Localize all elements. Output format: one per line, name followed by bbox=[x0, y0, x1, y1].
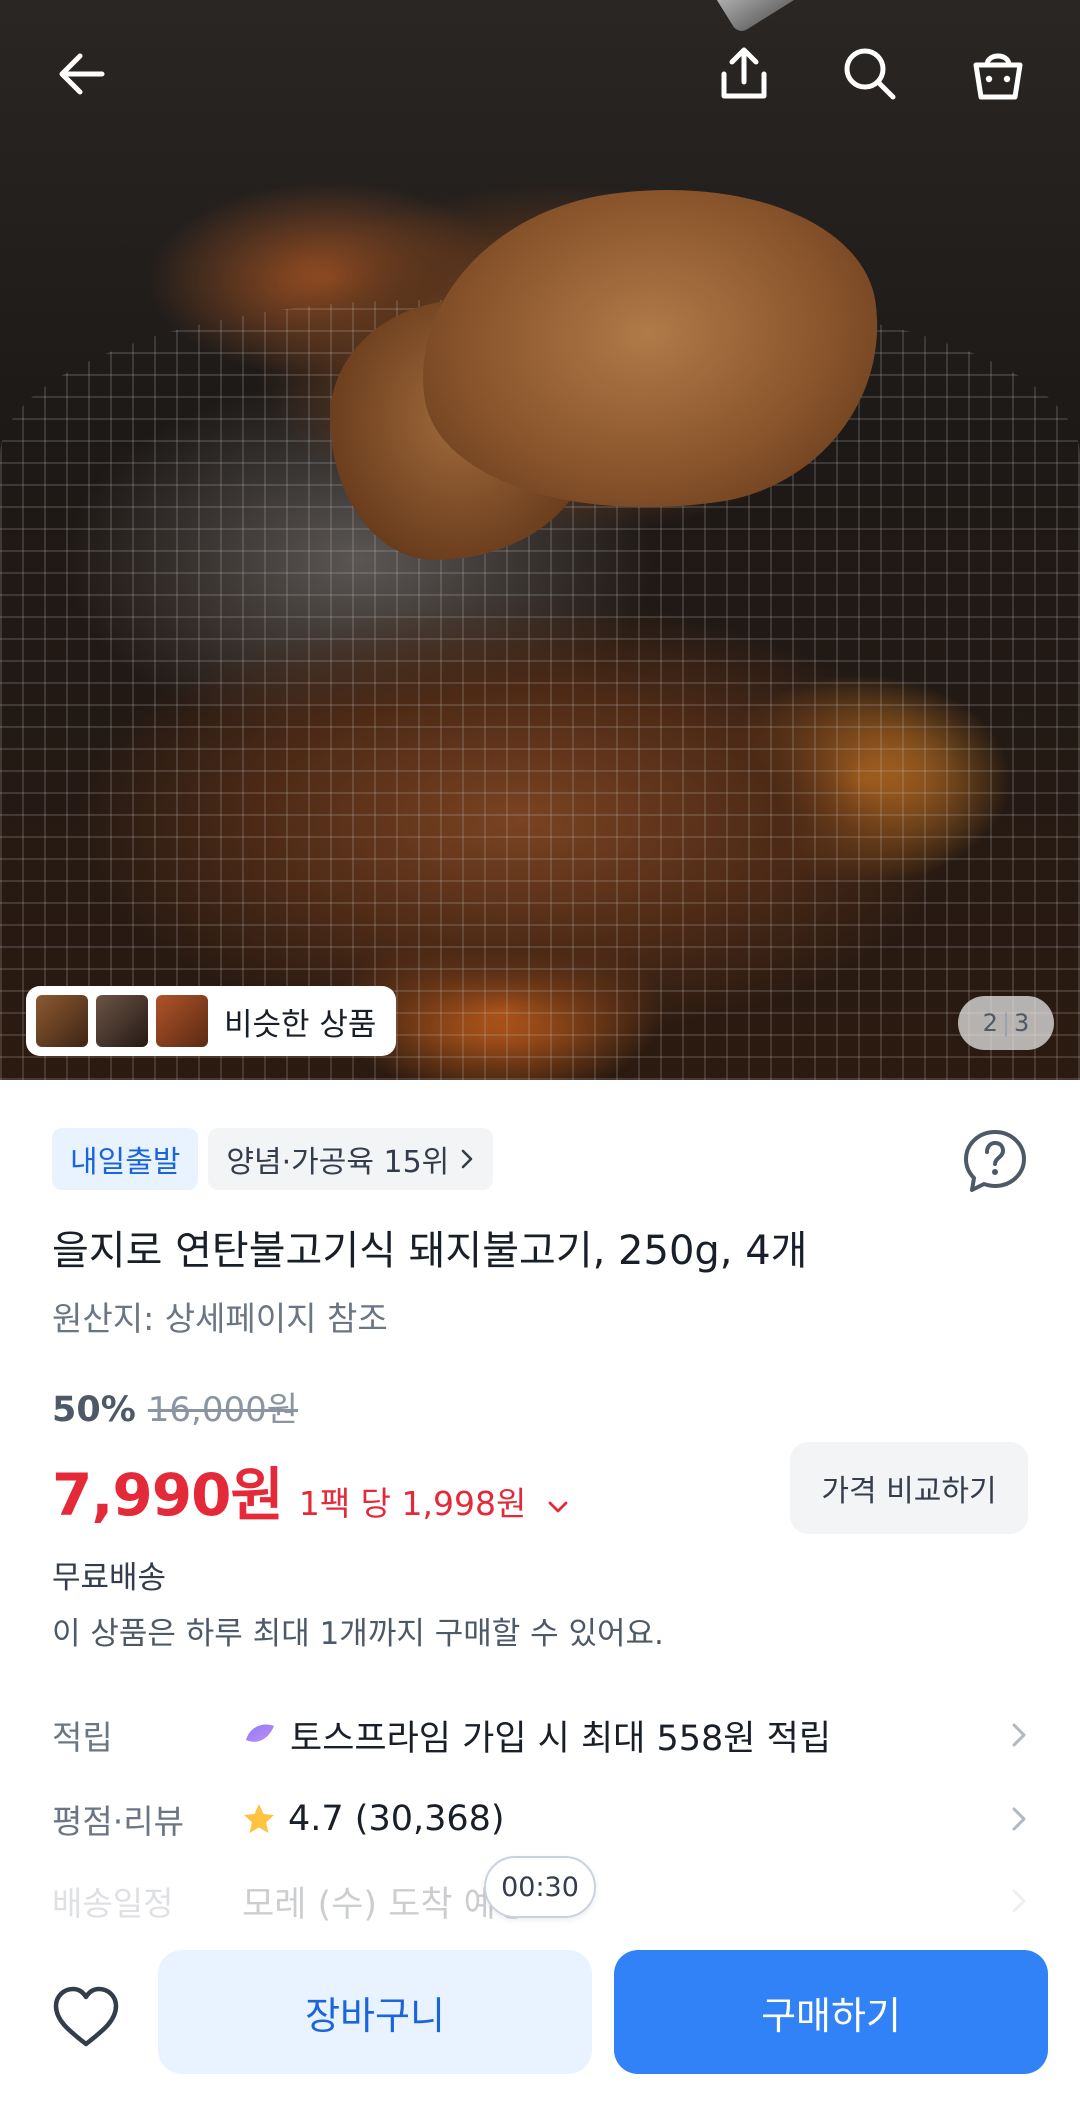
share-button[interactable] bbox=[706, 36, 782, 112]
delivery-value: 모레 (수) 도착 예정 bbox=[242, 1884, 529, 1925]
bottom-action-bar: 장바구니 구매하기 bbox=[0, 1930, 1080, 2119]
help-button[interactable] bbox=[960, 1126, 1030, 1196]
original-price: 16,000원 bbox=[147, 1390, 299, 1430]
rating-label: 평점·리뷰 bbox=[52, 1802, 184, 1841]
pager-current: 2 bbox=[982, 1009, 998, 1037]
similar-thumbnail bbox=[36, 995, 88, 1047]
similar-products-label: 비슷한 상품 bbox=[224, 1006, 377, 1043]
heart-icon bbox=[53, 1986, 119, 2047]
back-button[interactable] bbox=[44, 36, 120, 112]
discount-row: 50% 16,000원 bbox=[52, 1382, 298, 1431]
buy-now-button[interactable]: 구매하기 bbox=[614, 1950, 1048, 2074]
share-icon bbox=[721, 47, 767, 99]
product-image[interactable] bbox=[0, 0, 1080, 1080]
sale-price: 7,990원 bbox=[52, 1461, 284, 1529]
chevron-right-icon bbox=[461, 1149, 473, 1169]
product-title: 을지로 연탄불고기식 돼지불고기, 250g, 4개 bbox=[52, 1228, 808, 1274]
timer-badge: 00:30 bbox=[484, 1856, 596, 1918]
chevron-right-icon bbox=[1012, 1807, 1026, 1831]
rating-value-wrap: 4.7 (30,368) bbox=[242, 1799, 998, 1839]
points-value: 토스프라임 가입 시 최대 558원 적립 bbox=[290, 1718, 832, 1759]
discount-rate: 50% bbox=[52, 1390, 136, 1430]
chevron-down-icon bbox=[548, 1501, 568, 1513]
free-shipping-label: 무료배송 bbox=[52, 1560, 167, 1596]
back-arrow-icon bbox=[59, 53, 105, 95]
similar-products-button[interactable]: 비슷한 상품 bbox=[26, 986, 397, 1056]
top-bar bbox=[0, 0, 1080, 150]
points-value-wrap: 토스프라임 가입 시 최대 558원 적립 bbox=[242, 1710, 998, 1761]
delivery-chevron bbox=[998, 1887, 1028, 1915]
star-icon bbox=[244, 1804, 274, 1833]
rating-row[interactable]: 평점·리뷰 4.7 (30,368) bbox=[52, 1784, 1028, 1854]
category-rank-label: 양념·가공육 15위 bbox=[226, 1145, 450, 1180]
product-badges: 내일출발 양념·가공육 15위 bbox=[52, 1128, 494, 1190]
cart-button[interactable] bbox=[960, 36, 1036, 112]
rating-value: 4.7 (30,368) bbox=[288, 1799, 505, 1839]
search-button[interactable] bbox=[832, 36, 908, 112]
points-label: 적립 bbox=[52, 1718, 113, 1757]
shopping-bag-icon bbox=[973, 53, 1023, 100]
product-origin: 원산지: 상세페이지 참조 bbox=[52, 1299, 388, 1338]
pager-total: 3 bbox=[1014, 1009, 1030, 1037]
pager-separator: | bbox=[1001, 1009, 1011, 1037]
rating-chevron bbox=[998, 1805, 1028, 1833]
category-rank-badge[interactable]: 양념·가공육 15위 bbox=[208, 1128, 494, 1190]
toss-prime-icon bbox=[246, 1724, 274, 1742]
wishlist-button[interactable] bbox=[48, 1980, 124, 2056]
chevron-right-icon bbox=[1012, 1889, 1026, 1913]
image-pager: 2 | 3 bbox=[958, 996, 1054, 1050]
similar-thumbnail bbox=[156, 995, 208, 1047]
points-row[interactable]: 적립 토스프라임 가입 시 최대 558원 적립 bbox=[52, 1700, 1028, 1770]
search-icon bbox=[844, 48, 896, 100]
price-compare-button[interactable]: 가격 비교하기 bbox=[790, 1442, 1028, 1534]
price-row: 7,990원 1팩 당 1,998원 bbox=[52, 1448, 569, 1532]
chevron-right-icon bbox=[1012, 1723, 1026, 1747]
unit-price-label: 1팩 당 1,998원 bbox=[298, 1484, 527, 1523]
add-to-cart-button[interactable]: 장바구니 bbox=[158, 1950, 592, 2074]
purchase-limit-notice: 이 상품은 하루 최대 1개까지 구매할 수 있어요. bbox=[52, 1616, 664, 1652]
unit-price-toggle[interactable]: 1팩 당 1,998원 bbox=[299, 1477, 569, 1525]
points-chevron bbox=[998, 1721, 1028, 1749]
question-bubble-icon bbox=[964, 1130, 1026, 1192]
delivery-label: 배송일정 bbox=[52, 1884, 174, 1923]
shipping-badge: 내일출발 bbox=[52, 1128, 199, 1190]
similar-thumbnail bbox=[96, 995, 148, 1047]
